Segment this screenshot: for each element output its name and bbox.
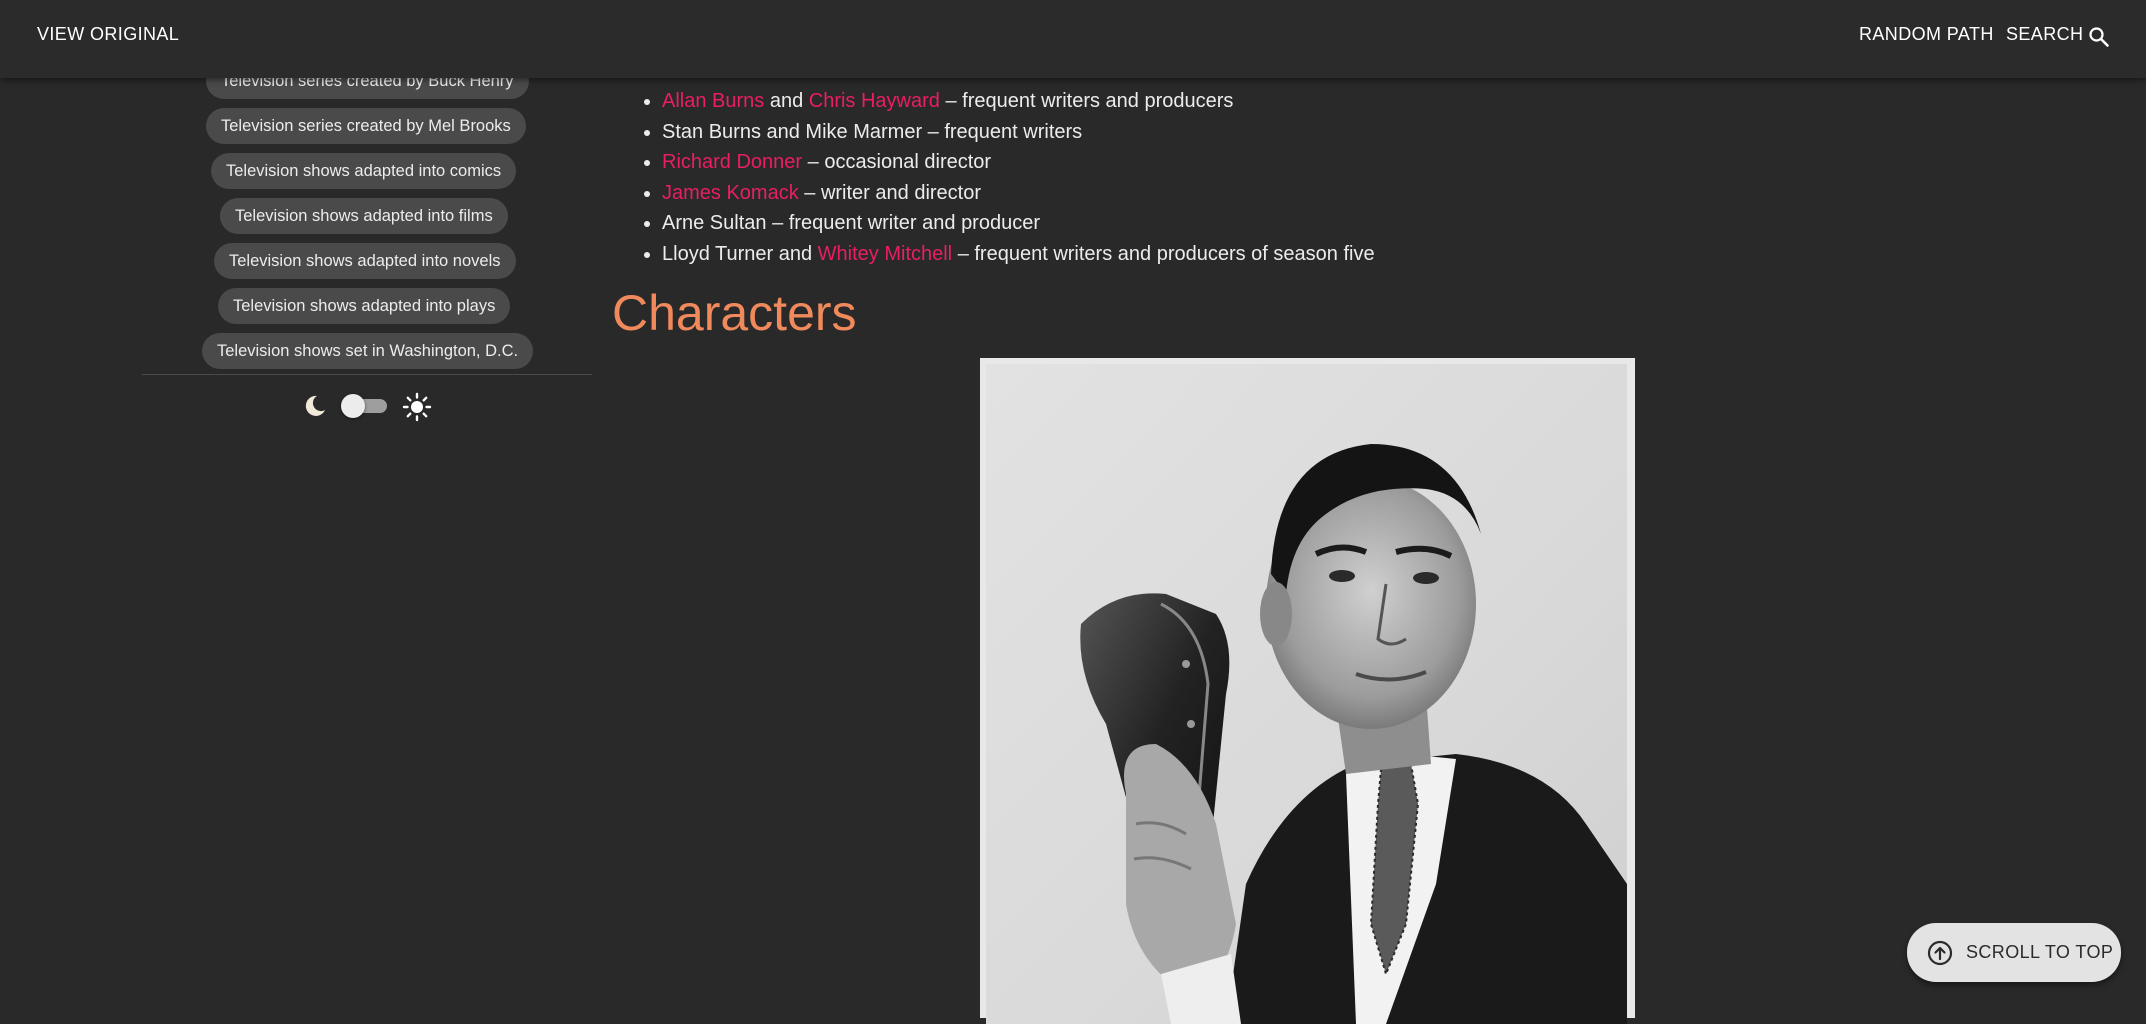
view-original-button[interactable]: VIEW ORIGINAL xyxy=(37,24,179,45)
category-chip[interactable]: Television shows adapted into novels xyxy=(214,243,516,279)
search-icon[interactable] xyxy=(2087,25,2111,49)
person-link[interactable]: Allan Burns xyxy=(662,90,764,112)
person-link[interactable]: Richard Donner xyxy=(662,151,802,173)
random-path-button[interactable]: RANDOM PATH xyxy=(1859,24,1994,45)
person-link[interactable]: James Komack xyxy=(662,182,799,204)
list-item: Stan Burns and Mike Marmer – frequent wr… xyxy=(662,117,1375,148)
list-text: and xyxy=(764,90,809,112)
category-chip[interactable]: Television shows adapted into comics xyxy=(211,153,517,189)
list-item: Richard Donner – occasional director xyxy=(662,147,1375,178)
character-photo[interactable] xyxy=(980,358,1635,1024)
list-text: Stan Burns and Mike Marmer – frequent wr… xyxy=(662,120,1083,143)
toggle-knob xyxy=(341,394,365,418)
credits-list: Allan Burns and Chris Hayward – frequent… xyxy=(632,86,1375,270)
moon-icon xyxy=(305,395,325,416)
arrow-up-circle-icon xyxy=(1927,940,1953,966)
top-app-bar: VIEW ORIGINAL RANDOM PATH SEARCH xyxy=(0,0,2146,78)
list-text: Lloyd Turner and xyxy=(662,242,818,265)
category-chip[interactable]: Television shows set in Washington, D.C. xyxy=(202,333,534,369)
category-chip[interactable]: Television series created by Mel Brooks xyxy=(206,108,526,144)
category-chip[interactable]: Television shows adapted into plays xyxy=(218,288,511,324)
theme-toggle-switch[interactable] xyxy=(341,394,387,418)
list-text: – writer and director xyxy=(798,181,982,204)
list-item: Allan Burns and Chris Hayward – frequent… xyxy=(662,86,1375,117)
sidebar-divider xyxy=(142,374,592,375)
list-text: – frequent writers and producers xyxy=(939,90,1234,112)
sun-icon xyxy=(402,392,432,422)
section-heading-characters: Characters xyxy=(612,285,857,341)
scroll-to-top-label: SCROLL TO TOP xyxy=(1966,942,2114,962)
scroll-to-top-button[interactable]: SCROLL TO TOP xyxy=(1907,923,2121,982)
list-item: Arne Sultan – frequent writer and produc… xyxy=(662,208,1375,239)
list-text: – occasional director xyxy=(802,151,992,174)
category-chip[interactable]: Television shows adapted into films xyxy=(220,198,508,234)
search-button[interactable]: SEARCH xyxy=(2006,24,2083,45)
list-item: Lloyd Turner and Whitey Mitchell – frequ… xyxy=(662,239,1375,270)
person-link[interactable]: Chris Hayward xyxy=(809,90,940,112)
person-link[interactable]: Whitey Mitchell xyxy=(818,243,952,265)
list-item: James Komack – writer and director xyxy=(662,178,1375,209)
list-text: – frequent writers and producers of seas… xyxy=(952,242,1375,265)
character-photo-image xyxy=(986,364,1627,1024)
list-text: Arne Sultan – frequent writer and produc… xyxy=(662,212,1040,235)
